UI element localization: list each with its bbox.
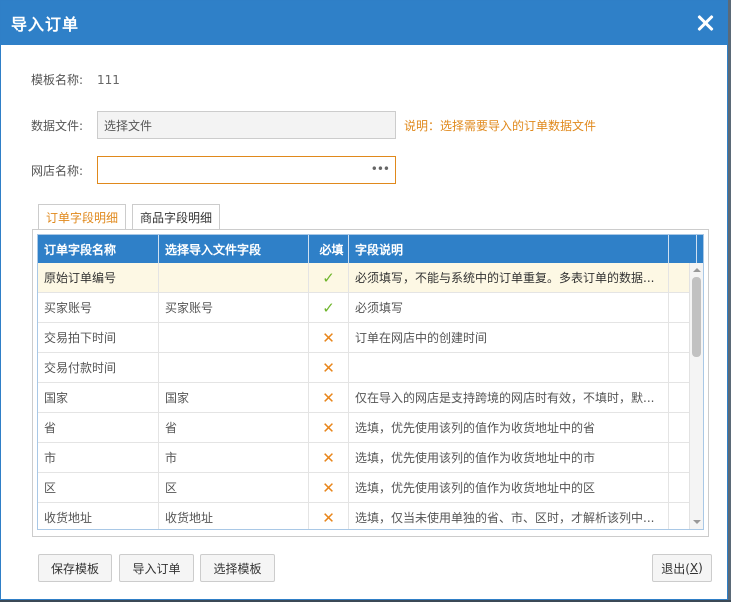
grid-header: 订单字段名称 选择导入文件字段 必填 字段说明 — [38, 235, 703, 263]
cell-description: 选填，优先使用该列的值作为收货地址中的省 — [349, 413, 669, 442]
cell-import-field[interactable] — [159, 323, 309, 352]
cell-required: ✕ — [309, 383, 349, 412]
cell-import-field[interactable]: 收货地址 — [159, 503, 309, 529]
more-options-icon[interactable]: ••• — [371, 162, 390, 176]
cross-icon: ✕ — [322, 328, 335, 347]
header-import-field[interactable]: 选择导入文件字段 — [159, 235, 309, 263]
shop-name-label: 网店名称: — [31, 163, 84, 178]
exit-label-prefix: 退出( — [661, 561, 690, 576]
exit-shortcut-key: X — [689, 561, 699, 575]
check-icon: ✓ — [322, 268, 335, 287]
table-row[interactable]: 国家 国家 ✕ 仅在导入的网店是支持跨境的网店时有效，不填时，默... — [38, 383, 703, 413]
cell-import-field[interactable]: 市 — [159, 443, 309, 472]
cell-description: 选填，优先使用该列的值作为收货地址中的区 — [349, 473, 669, 502]
cell-field-name: 交易拍下时间 — [38, 323, 159, 352]
cross-icon: ✕ — [322, 388, 335, 407]
table-row[interactable]: 区区 ✕ 选填，优先使用该列的值作为收货地址中的区 — [38, 473, 703, 503]
cell-required: ✓ — [309, 263, 349, 292]
data-file-label: 数据文件: — [31, 118, 84, 133]
table-row[interactable]: 市市 ✕ 选填，优先使用该列的值作为收货地址中的市 — [38, 443, 703, 473]
field-detail-tabs: 订单字段明细 商品字段明细 — [38, 204, 226, 230]
scroll-up-arrow-icon[interactable] — [693, 268, 701, 272]
cross-icon: ✕ — [322, 358, 335, 377]
cell-import-field[interactable]: 买家账号 — [159, 293, 309, 322]
field-grid: 订单字段名称 选择导入文件字段 必填 字段说明 原始订单编号 ✓ 必须填写，不能与系… — [37, 234, 704, 530]
cell-field-name: 原始订单编号 — [38, 263, 159, 292]
cell-required: ✕ — [309, 353, 349, 382]
dialog-titlebar: 导入订单 — [1, 1, 727, 45]
header-required[interactable]: 必填 — [309, 235, 349, 263]
cell-description: 选填，优先使用该列的值作为收货地址中的市 — [349, 443, 669, 472]
scroll-down-arrow-icon[interactable] — [693, 520, 701, 524]
table-row[interactable]: 交易付款时间 ✕ — [38, 353, 703, 383]
header-filler — [669, 235, 697, 263]
cell-import-field[interactable] — [159, 353, 309, 382]
cross-icon: ✕ — [322, 448, 335, 467]
shop-name-field[interactable]: ••• — [97, 156, 396, 184]
cell-required: ✕ — [309, 473, 349, 502]
cell-import-field[interactable] — [159, 263, 309, 292]
header-description[interactable]: 字段说明 — [349, 235, 669, 263]
cell-description: 仅在导入的网店是支持跨境的网店时有效，不填时，默... — [349, 383, 669, 412]
cross-icon: ✕ — [322, 418, 335, 437]
table-row[interactable]: 买家账号 买家账号 ✓ 必须填写 — [38, 293, 703, 323]
close-icon[interactable] — [695, 13, 715, 33]
choose-file-button[interactable]: 选择文件 — [97, 111, 396, 139]
cross-icon: ✕ — [322, 508, 335, 527]
cell-field-name: 买家账号 — [38, 293, 159, 322]
cross-icon: ✕ — [322, 478, 335, 497]
cell-field-name: 省 — [38, 413, 159, 442]
cell-field-name: 市 — [38, 443, 159, 472]
cell-required: ✕ — [309, 503, 349, 529]
grid-body: 原始订单编号 ✓ 必须填写，不能与系统中的订单重复。多表订单的数据... 买家账号 买家… — [38, 263, 703, 529]
cell-required: ✕ — [309, 413, 349, 442]
cell-required: ✕ — [309, 443, 349, 472]
table-row[interactable]: 交易拍下时间 ✕ 订单在网店中的创建时间 — [38, 323, 703, 353]
import-order-dialog: 导入订单 模板名称: 111 数据文件: 选择文件 说明：选择需要导入的订单数据… — [0, 0, 728, 600]
cell-field-name: 区 — [38, 473, 159, 502]
cell-description: 必须填写 — [349, 293, 669, 322]
cell-required: ✕ — [309, 323, 349, 352]
template-name-label: 模板名称: — [31, 73, 84, 87]
cell-import-field[interactable]: 区 — [159, 473, 309, 502]
choose-template-button[interactable]: 选择模板 — [200, 554, 275, 582]
cell-required: ✓ — [309, 293, 349, 322]
exit-label-suffix: ) — [698, 561, 703, 575]
check-icon: ✓ — [322, 298, 335, 317]
header-field-name[interactable]: 订单字段名称 — [38, 235, 159, 263]
template-name-value: 111 — [97, 72, 120, 87]
field-grid-panel: 订单字段名称 选择导入文件字段 必填 字段说明 原始订单编号 ✓ 必须填写，不能与系… — [32, 229, 709, 537]
table-row[interactable]: 省省 ✕ 选填，优先使用该列的值作为收货地址中的省 — [38, 413, 703, 443]
save-template-button[interactable]: 保存模板 — [38, 554, 112, 582]
template-name-row: 模板名称: 111 — [31, 71, 120, 88]
data-file-hint: 说明：选择需要导入的订单数据文件 — [404, 118, 597, 133]
shop-name-row: 网店名称: ••• — [31, 156, 396, 184]
cell-description: 选填，仅当未使用单独的省、市、区时，才解析该列中... — [349, 503, 669, 529]
cell-field-name: 交易付款时间 — [38, 353, 159, 382]
cell-field-name: 收货地址 — [38, 503, 159, 529]
scroll-thumb[interactable] — [692, 277, 701, 357]
grid-scrollbar[interactable] — [689, 263, 703, 529]
cell-description: 必须填写，不能与系统中的订单重复。多表订单的数据... — [349, 263, 669, 292]
table-row[interactable]: 原始订单编号 ✓ 必须填写，不能与系统中的订单重复。多表订单的数据... — [38, 263, 703, 293]
cell-description — [349, 353, 669, 382]
table-row[interactable]: 收货地址 收货地址 ✕ 选填，仅当未使用单独的省、市、区时，才解析该列中... — [38, 503, 703, 529]
cell-import-field[interactable]: 国家 — [159, 383, 309, 412]
data-file-row: 数据文件: 选择文件 说明：选择需要导入的订单数据文件 — [31, 111, 596, 139]
tab-order-fields[interactable]: 订单字段明细 — [38, 204, 127, 230]
cell-field-name: 国家 — [38, 383, 159, 412]
cell-import-field[interactable]: 省 — [159, 413, 309, 442]
import-order-button[interactable]: 导入订单 — [119, 554, 194, 582]
dialog-title: 导入订单 — [11, 15, 80, 34]
exit-button[interactable]: 退出(X) — [652, 554, 712, 582]
tab-product-fields[interactable]: 商品字段明细 — [132, 204, 221, 229]
cell-description: 订单在网店中的创建时间 — [349, 323, 669, 352]
